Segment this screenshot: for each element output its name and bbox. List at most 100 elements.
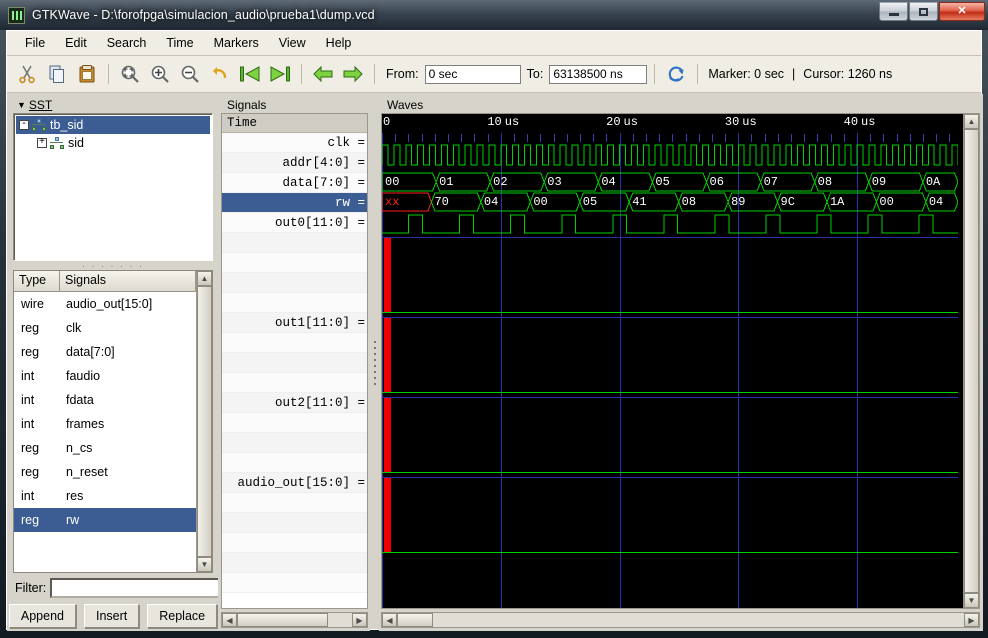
menu-bar: File Edit Search Time Markers View Help — [7, 31, 981, 56]
zoom-out-icon[interactable] — [176, 60, 204, 88]
from-input[interactable] — [425, 65, 521, 84]
window-controls: ✕ — [878, 2, 985, 21]
signal-row-data[interactable]: reg data[7:0] — [14, 340, 196, 364]
menu-search[interactable]: Search — [97, 33, 157, 53]
tree-expander-icon[interactable]: - — [19, 120, 29, 130]
signal-name: n_reset — [60, 465, 108, 479]
signal-type: reg — [14, 321, 60, 335]
goto-end-icon[interactable] — [266, 60, 294, 88]
data-value: 00 — [879, 196, 893, 208]
signal-name: data[7:0] — [60, 345, 115, 359]
wave-name-data[interactable]: data[7:0] = — [222, 173, 367, 193]
signal-row-clk[interactable]: reg clk — [14, 316, 196, 340]
zoom-in-icon[interactable] — [146, 60, 174, 88]
menu-time[interactable]: Time — [156, 33, 203, 53]
waves-hscroll[interactable]: ◀ ▶ — [381, 612, 980, 628]
cursor-status: Cursor: 1260 ns — [803, 67, 892, 81]
copy-icon[interactable] — [43, 60, 71, 88]
scroll-left-icon[interactable]: ◀ — [222, 613, 237, 627]
chevron-down-icon[interactable]: ▼ — [17, 100, 26, 110]
menu-file[interactable]: File — [15, 33, 55, 53]
sst-node-sid[interactable]: + sid — [16, 134, 210, 152]
sst-node-label: sid — [68, 136, 84, 150]
signal-row-rw[interactable]: reg rw — [14, 508, 196, 532]
scroll-right-icon[interactable]: ▶ — [352, 613, 367, 627]
toolbar: From: To: Marker: 0 sec | Cursor: 1260 n… — [7, 56, 981, 93]
scroll-thumb[interactable] — [237, 613, 328, 627]
menu-edit[interactable]: Edit — [55, 33, 97, 53]
to-input[interactable] — [549, 65, 647, 84]
filter-input[interactable] — [50, 578, 231, 598]
waves-resize-grip[interactable] — [370, 94, 379, 631]
column-header-type[interactable]: Type — [14, 271, 60, 291]
scroll-up-icon[interactable]: ▲ — [197, 271, 212, 286]
wave-name-rw[interactable]: rw = — [222, 193, 367, 213]
minimize-button[interactable] — [879, 2, 908, 21]
goto-start-icon[interactable] — [236, 60, 264, 88]
wave-name-spacer — [222, 353, 367, 373]
wave-canvas[interactable]: 010us20us30us40us 000102030405060708090A… — [382, 114, 963, 608]
tree-expander-icon[interactable]: + — [37, 138, 47, 148]
sst-tree[interactable]: - tb_sid + sid — [13, 113, 213, 261]
wave-name-out2[interactable]: out2[11:0] = — [222, 393, 367, 413]
sst-pane: ▼SST - tb_sid + sid · · · · · · · — [7, 94, 218, 631]
signal-row-audio_out[interactable]: wire audio_out[15:0] — [14, 292, 196, 316]
wave-name-spacer — [222, 333, 367, 353]
maximize-button[interactable] — [909, 2, 938, 21]
marker-status: Marker: 0 sec — [708, 67, 784, 81]
names-hscroll[interactable]: ◀ ▶ — [221, 612, 368, 628]
reload-icon[interactable] — [662, 60, 690, 88]
wave-name-clk[interactable]: clk = — [222, 133, 367, 153]
menu-help[interactable]: Help — [316, 33, 362, 53]
wave-name-addr[interactable]: addr[4:0] = — [222, 153, 367, 173]
signal-list-vscroll[interactable]: ▲ ▼ — [196, 271, 212, 572]
prev-edge-icon[interactable] — [309, 60, 337, 88]
scroll-thumb[interactable] — [964, 129, 979, 593]
signal-list-body[interactable]: wire audio_out[15:0] reg clk reg data[7:… — [14, 292, 196, 572]
scroll-left-icon[interactable]: ◀ — [382, 613, 397, 627]
wave-name-out1[interactable]: out1[11:0] = — [222, 313, 367, 333]
scroll-thumb[interactable] — [397, 613, 433, 627]
ruler-tick-label: 30 — [725, 115, 739, 129]
data-value: 70 — [434, 196, 448, 208]
menu-view[interactable]: View — [269, 33, 316, 53]
signal-name: fdata — [60, 393, 94, 407]
signal-row-n_cs[interactable]: reg n_cs — [14, 436, 196, 460]
signal-row-n_reset[interactable]: reg n_reset — [14, 460, 196, 484]
wave-name-spacer — [222, 413, 367, 433]
sst-node-tb_sid[interactable]: - tb_sid — [16, 116, 210, 134]
insert-button[interactable]: Insert — [84, 604, 139, 628]
scroll-right-icon[interactable]: ▶ — [964, 613, 979, 627]
gtkwave-icon — [8, 7, 25, 24]
wave-name-spacer — [222, 513, 367, 533]
pane-resize-grip[interactable]: · · · · · · · — [11, 261, 215, 270]
from-label: From: — [386, 67, 419, 81]
waves-vscroll[interactable]: ▲ ▼ — [963, 114, 979, 608]
signal-type: reg — [14, 465, 60, 479]
toolbar-separator-4 — [654, 64, 655, 84]
signal-names-list[interactable]: Time clk = addr[4:0] = data[7:0] = rw = … — [221, 113, 368, 609]
cut-icon[interactable] — [13, 60, 41, 88]
paste-icon[interactable] — [73, 60, 101, 88]
replace-button[interactable]: Replace — [147, 604, 217, 628]
data-value: 04 — [484, 196, 498, 208]
scroll-up-icon[interactable]: ▲ — [964, 114, 979, 129]
signal-row-faudio[interactable]: int faudio — [14, 364, 196, 388]
wave-name-audio_out[interactable]: audio_out[15:0] = — [222, 473, 367, 493]
signal-row-frames[interactable]: int frames — [14, 412, 196, 436]
next-edge-icon[interactable] — [339, 60, 367, 88]
scroll-down-icon[interactable]: ▼ — [964, 593, 979, 608]
signal-row-res[interactable]: int res — [14, 484, 196, 508]
addr-value: 05 — [655, 176, 669, 188]
wave-name-out0[interactable]: out0[11:0] = — [222, 213, 367, 233]
menu-markers[interactable]: Markers — [204, 33, 269, 53]
append-button[interactable]: Append — [9, 604, 76, 628]
close-button[interactable]: ✕ — [939, 2, 985, 21]
signal-row-fdata[interactable]: int fdata — [14, 388, 196, 412]
scroll-down-icon[interactable]: ▼ — [197, 557, 212, 572]
signal-name: clk — [60, 321, 81, 335]
zoom-undo-icon[interactable] — [206, 60, 234, 88]
scroll-thumb[interactable] — [197, 286, 212, 557]
zoom-fit-icon[interactable] — [116, 60, 144, 88]
column-header-signals[interactable]: Signals — [60, 271, 196, 291]
